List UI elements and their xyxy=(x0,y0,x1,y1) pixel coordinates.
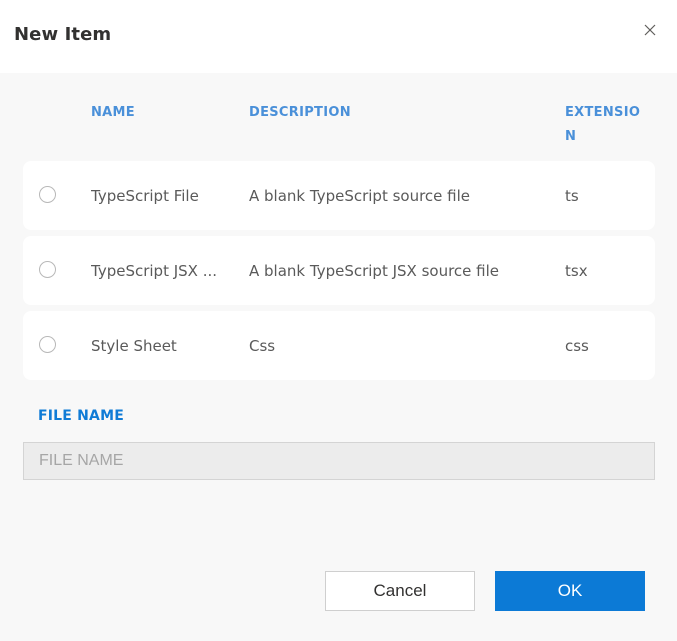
item-extension: tsx xyxy=(565,262,588,280)
item-radio-icon[interactable] xyxy=(39,336,56,353)
column-header-name: NAME xyxy=(91,105,135,120)
dialog-header: New Item xyxy=(0,0,677,73)
close-button[interactable] xyxy=(640,20,660,40)
item-name: TypeScript File xyxy=(91,187,199,205)
ok-button[interactable]: OK xyxy=(495,571,645,611)
file-name-input[interactable] xyxy=(23,442,655,480)
close-icon xyxy=(644,24,656,36)
item-row-typescript-jsx[interactable]: TypeScript JSX ... A blank TypeScript JS… xyxy=(23,236,655,305)
item-extension: css xyxy=(565,337,589,355)
item-row-style-sheet[interactable]: Style Sheet Css css xyxy=(23,311,655,380)
column-header-description: DESCRIPTION xyxy=(249,105,351,120)
cancel-button[interactable]: Cancel xyxy=(325,571,475,611)
item-extension: ts xyxy=(565,187,579,205)
item-name: TypeScript JSX ... xyxy=(91,262,218,280)
item-description: A blank TypeScript source file xyxy=(249,187,471,205)
item-description: A blank TypeScript JSX source file xyxy=(249,262,500,280)
item-radio-icon[interactable] xyxy=(39,186,56,203)
dialog-title: New Item xyxy=(14,24,112,45)
file-name-label: FILE NAME xyxy=(38,408,124,424)
item-radio-icon[interactable] xyxy=(39,261,56,278)
column-header-extension: EXTENSION xyxy=(565,105,641,144)
item-description: Css xyxy=(249,337,276,355)
new-item-dialog: New Item NAME DESCRIPTION EXTENSION Type… xyxy=(0,0,677,641)
item-row-typescript-file[interactable]: TypeScript File A blank TypeScript sourc… xyxy=(23,161,655,230)
item-name: Style Sheet xyxy=(91,337,177,355)
